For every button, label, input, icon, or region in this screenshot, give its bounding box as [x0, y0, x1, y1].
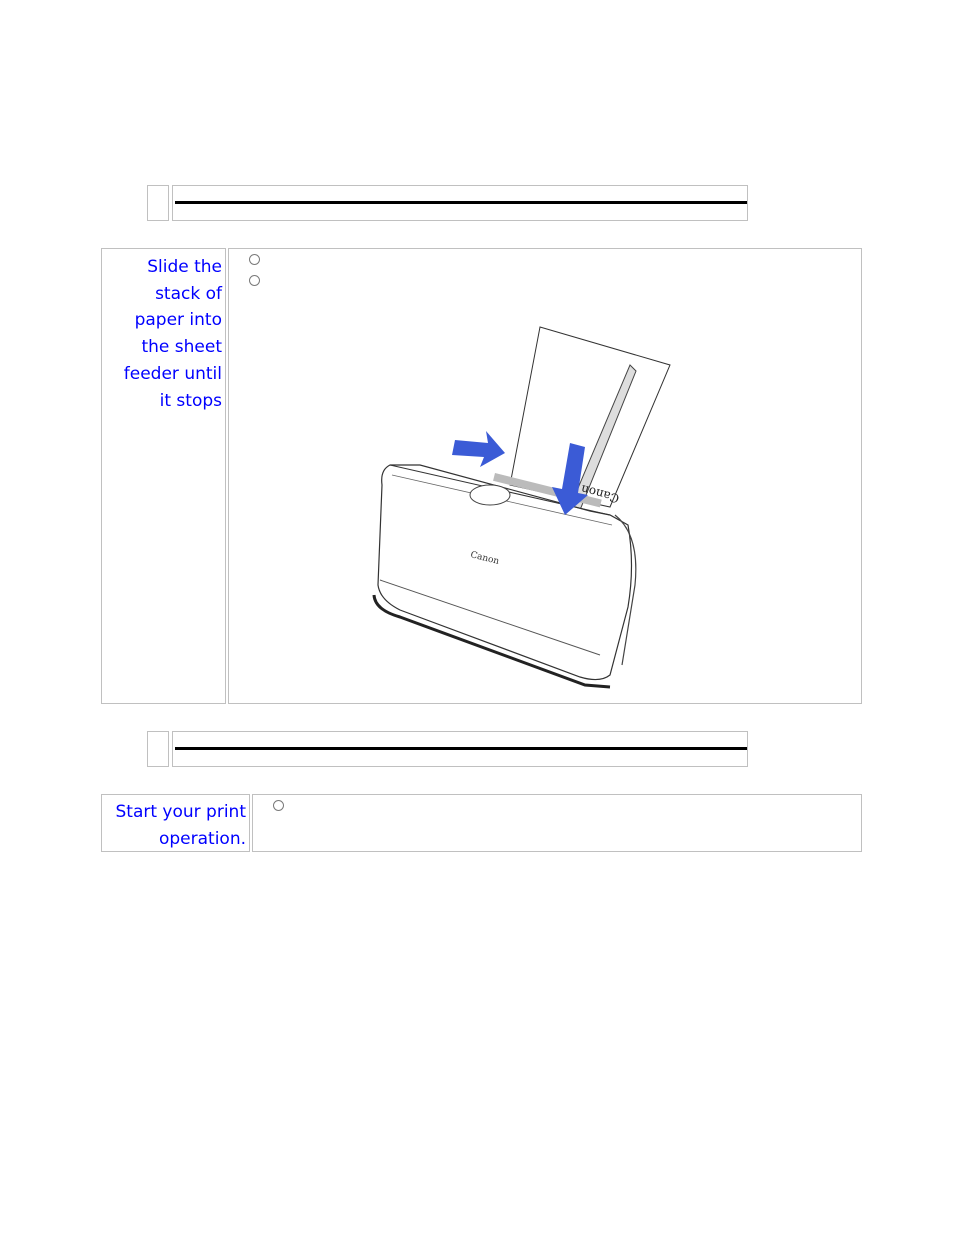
horizontal-rule: [175, 747, 747, 750]
printer-illustration: Canon Canon: [372, 326, 671, 689]
step-content: Canon Canon: [228, 248, 862, 704]
step-label: Start your print operation.: [101, 794, 250, 852]
circle-bullet-icon: [273, 800, 284, 811]
step-content: [252, 794, 862, 852]
horizontal-rule: [175, 201, 747, 204]
right-arrow-icon: [452, 431, 505, 467]
circle-bullet-icon: [249, 275, 260, 286]
circle-bullet-icon: [249, 254, 260, 265]
section-header-2: [147, 731, 748, 767]
step-label: Slide the stack of paper into the sheet …: [101, 248, 226, 704]
section-header-1: [147, 185, 748, 221]
section-header-content: [172, 185, 748, 221]
section-header-spacer: [147, 185, 169, 221]
section-header-content: [172, 731, 748, 767]
section-header-spacer: [147, 731, 169, 767]
